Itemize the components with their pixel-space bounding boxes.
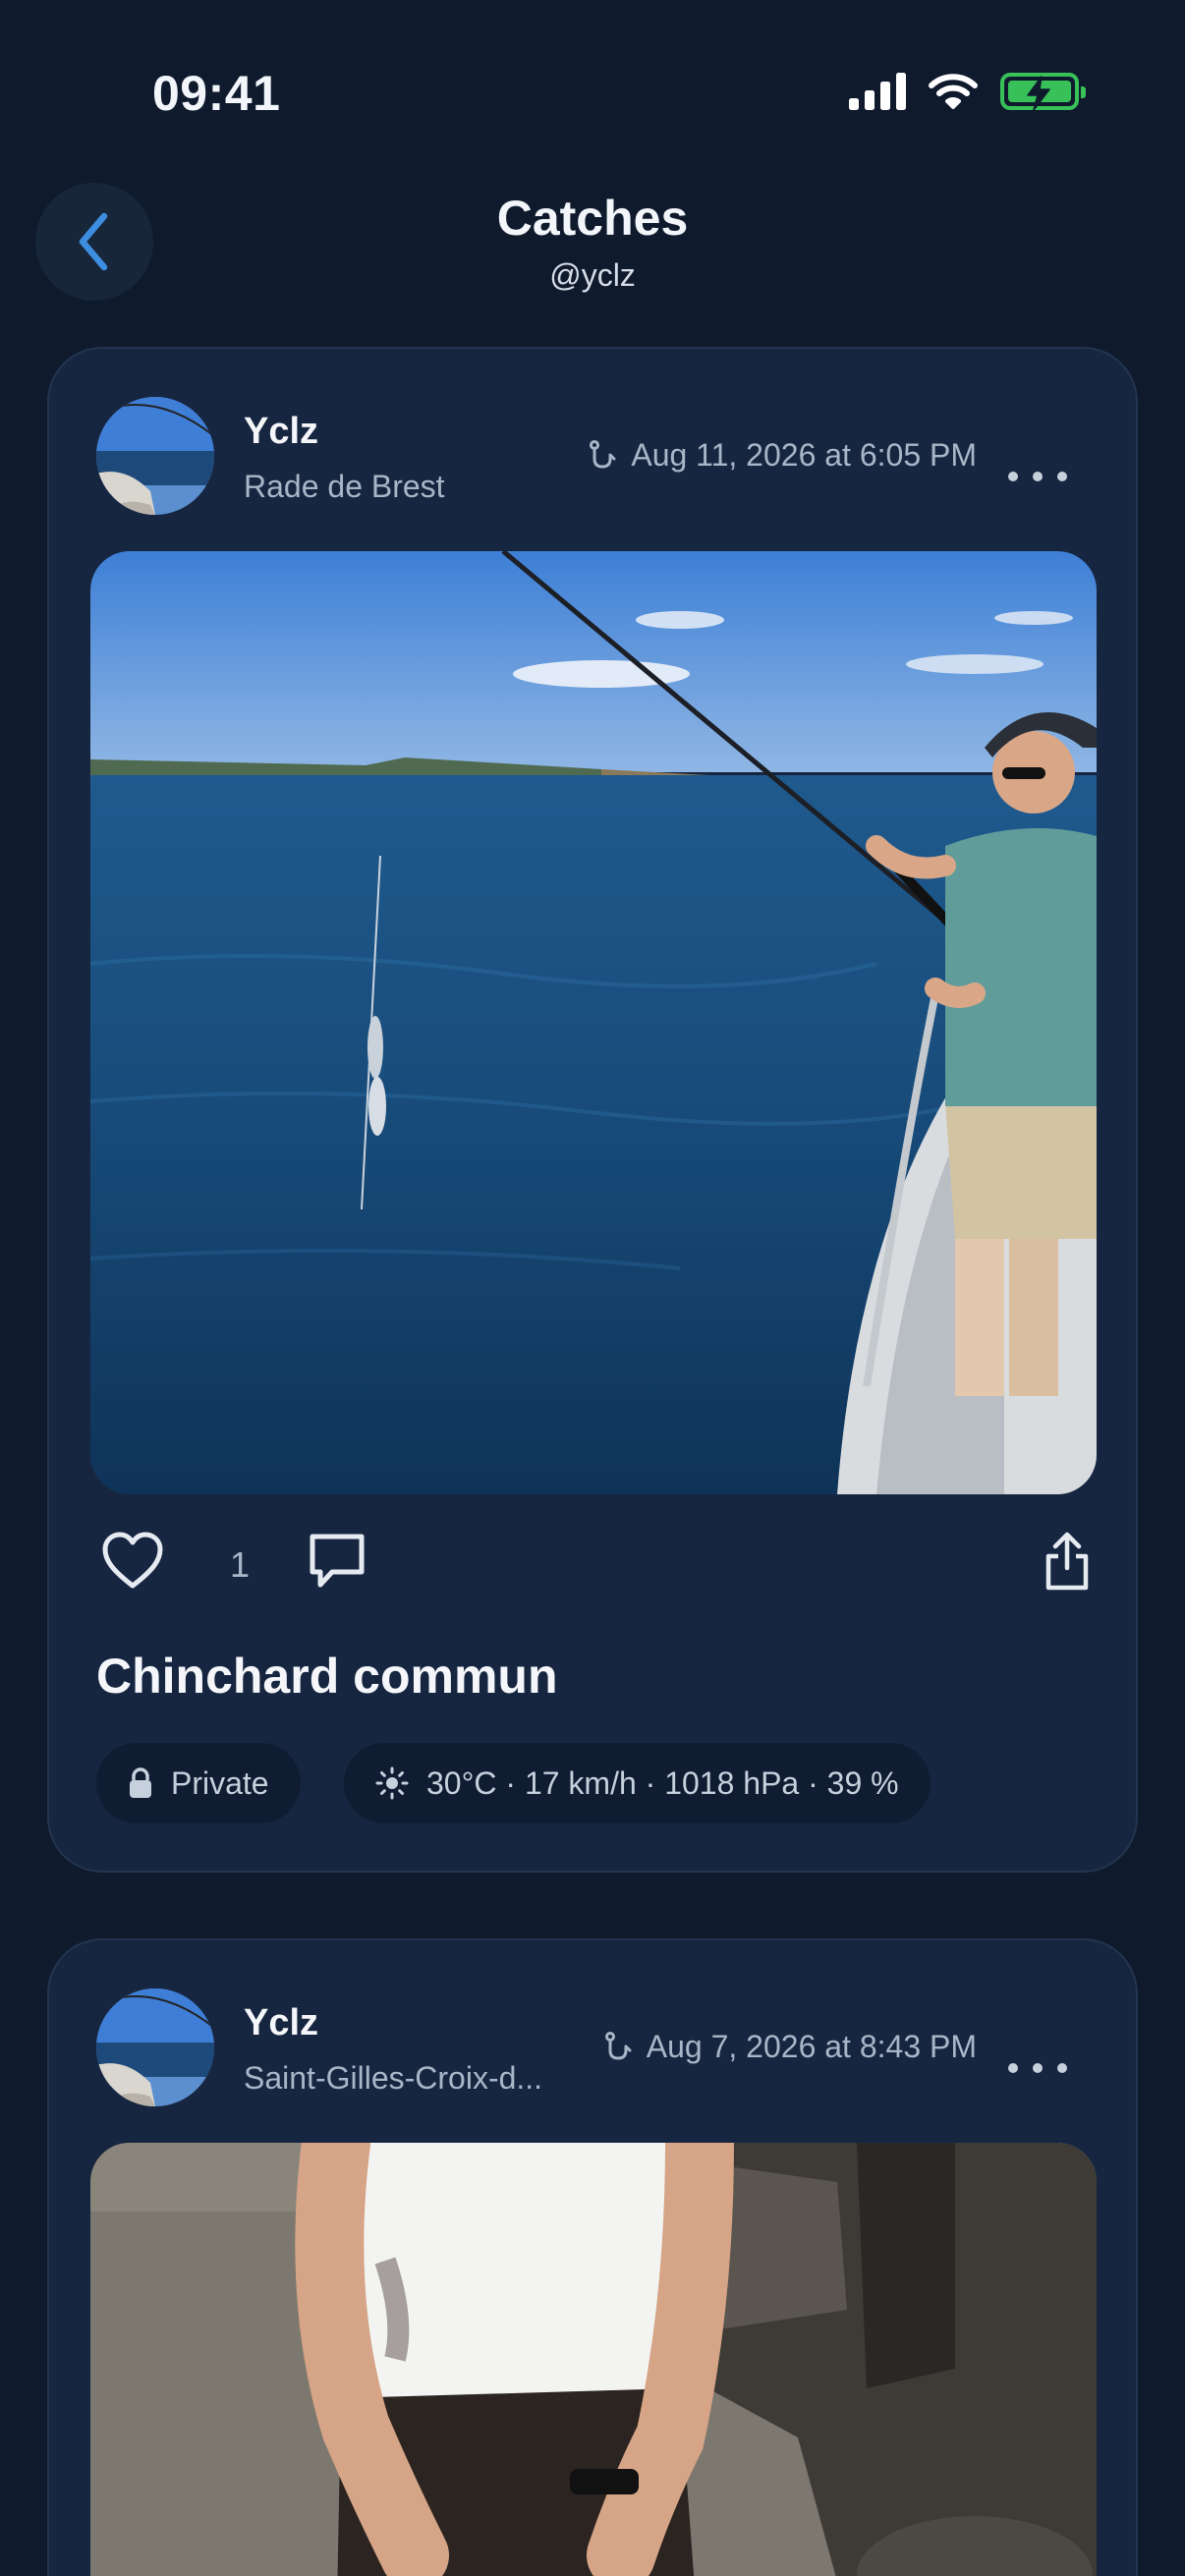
comment-icon (310, 1534, 365, 1588)
more-horizontal-icon (1008, 2063, 1018, 2073)
privacy-badge[interactable]: Private (96, 1743, 301, 1823)
catch-date: Aug 7, 2026 at 8:43 PM (601, 2029, 977, 2065)
page-subtitle: @yclz (549, 257, 636, 293)
cellular-signal-icon (849, 73, 906, 110)
share-icon (1045, 1532, 1089, 1591)
catch-date-text: Aug 7, 2026 at 8:43 PM (646, 2029, 977, 2064)
catch-card: Yclz Saint-Gilles-Croix-d... Aug 7, 2026… (47, 1938, 1138, 2576)
page-title: Catches (496, 191, 689, 246)
like-count: 1 (230, 1544, 251, 1585)
heart-icon (102, 1532, 163, 1589)
catches-screen: 09:41 Catches @yclz Yclz Rade de Brest A… (0, 0, 1185, 2576)
wifi-icon (929, 74, 978, 109)
author-name[interactable]: Yclz (244, 2002, 318, 2044)
share-button[interactable] (1042, 1531, 1093, 1596)
more-options-button[interactable] (1008, 2048, 1067, 2088)
privacy-label: Private (171, 1764, 269, 1801)
weather-badge: 30°C · 17 km/h · 1018 hPa · 39 % (344, 1743, 931, 1823)
status-time: 09:41 (152, 66, 281, 121)
catch-date-text: Aug 11, 2026 at 6:05 PM (631, 437, 977, 473)
battery-charging-icon (1000, 73, 1086, 111)
catch-photo[interactable] (90, 2143, 1097, 2576)
status-bar: 09:41 (0, 0, 1185, 187)
like-button[interactable] (100, 1531, 165, 1596)
weather-summary: 30°C · 17 km/h · 1018 hPa · 39 % (426, 1764, 899, 1801)
catch-location: Rade de Brest (244, 469, 445, 504)
catch-location: Saint-Gilles-Croix-d... (244, 2060, 543, 2096)
comment-button[interactable] (307, 1531, 367, 1596)
status-icons (849, 73, 1086, 111)
catch-card: Yclz Rade de Brest Aug 11, 2026 at 6:05 … (47, 347, 1138, 1873)
sun-icon (375, 1766, 409, 1800)
avatar[interactable] (96, 1988, 214, 2106)
fishing-hook-icon (590, 439, 616, 468)
more-options-button[interactable] (1008, 457, 1067, 496)
avatar[interactable] (96, 397, 214, 515)
fishing-hook-icon (604, 2031, 632, 2059)
author-name[interactable]: Yclz (244, 411, 318, 453)
species-title: Chinchard commun (96, 1649, 558, 1704)
catch-photo[interactable] (90, 551, 1097, 1494)
post-actions: 1 (100, 1531, 1093, 1599)
catch-date: Aug 11, 2026 at 6:05 PM (586, 437, 977, 474)
more-horizontal-icon (1008, 472, 1018, 481)
lock-icon (130, 1767, 151, 1798)
